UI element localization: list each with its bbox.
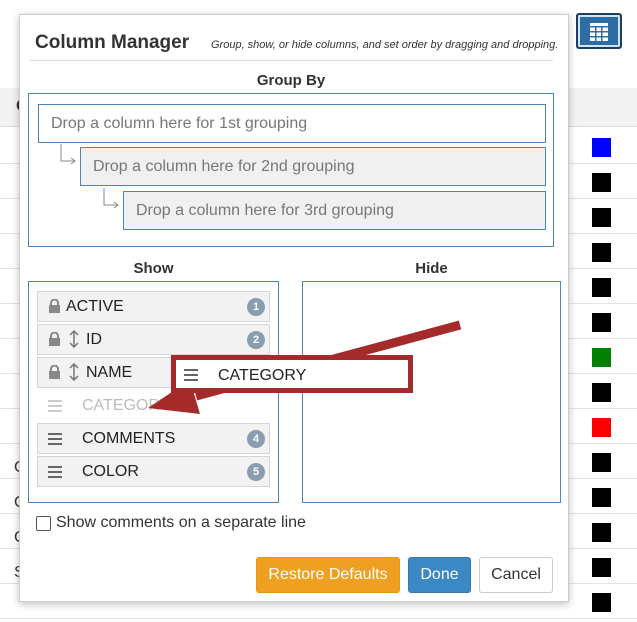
color-swatch bbox=[592, 593, 611, 612]
done-button[interactable]: Done bbox=[408, 557, 471, 593]
order-badge: 5 bbox=[247, 463, 265, 481]
nested-arrow-icon bbox=[103, 188, 119, 209]
separate-comments-label: Show comments on a separate line bbox=[56, 514, 306, 531]
order-badge: 2 bbox=[247, 331, 265, 349]
order-badge: 1 bbox=[247, 298, 265, 316]
group-drop-zone-2[interactable]: Drop a column here for 2nd grouping bbox=[80, 147, 546, 186]
color-swatch bbox=[592, 383, 611, 402]
color-swatch bbox=[592, 418, 611, 437]
column-item-category-placeholder[interactable]: CATEGORY bbox=[37, 390, 270, 421]
table-row bbox=[0, 618, 637, 619]
drag-handle-icon bbox=[48, 400, 62, 412]
dialog-title: Column Manager bbox=[35, 32, 190, 53]
column-manager-button[interactable] bbox=[576, 13, 622, 49]
cancel-button[interactable]: Cancel bbox=[479, 557, 553, 593]
dragging-column-category[interactable]: CATEGORY bbox=[171, 355, 413, 393]
color-swatch bbox=[592, 138, 611, 157]
color-swatch bbox=[592, 243, 611, 262]
column-label: ID bbox=[86, 331, 102, 348]
divider bbox=[30, 60, 553, 61]
column-label: NAME bbox=[86, 364, 133, 381]
drag-handle-icon bbox=[48, 433, 62, 445]
group-by-panel: Drop a column here for 1st grouping Drop… bbox=[28, 93, 554, 247]
column-item-active[interactable]: ACTIVE 1 bbox=[37, 291, 270, 322]
color-swatch bbox=[592, 208, 611, 227]
grid-icon bbox=[590, 23, 608, 41]
column-label: ACTIVE bbox=[66, 298, 124, 315]
column-item-comments[interactable]: COMMENTS 4 bbox=[37, 423, 270, 454]
dialog-subtitle: Group, show, or hide columns, and set or… bbox=[211, 39, 559, 51]
color-swatch bbox=[592, 173, 611, 192]
lock-icon bbox=[49, 332, 60, 346]
lock-icon bbox=[49, 365, 60, 379]
sort-arrows-icon bbox=[69, 330, 79, 348]
dragging-column-label: CATEGORY bbox=[218, 367, 307, 384]
color-swatch bbox=[592, 523, 611, 542]
color-swatch bbox=[592, 348, 611, 367]
group-drop-zone-3[interactable]: Drop a column here for 3rd grouping bbox=[123, 191, 546, 230]
hide-title: Hide bbox=[415, 260, 448, 277]
column-label: CATEGORY bbox=[82, 397, 171, 414]
sort-arrows-icon bbox=[69, 363, 79, 381]
group-by-title: Group By bbox=[256, 72, 326, 89]
separate-comments-checkbox[interactable] bbox=[36, 516, 51, 531]
drag-handle-icon bbox=[184, 369, 198, 381]
show-title: Show bbox=[133, 260, 174, 277]
drag-handle-icon bbox=[48, 466, 62, 478]
column-item-color[interactable]: COLOR 5 bbox=[37, 456, 270, 487]
column-label: COLOR bbox=[82, 463, 139, 480]
restore-defaults-button[interactable]: Restore Defaults bbox=[256, 557, 400, 593]
column-label: COMMENTS bbox=[82, 430, 176, 447]
color-swatch bbox=[592, 488, 611, 507]
group-drop-zone-1[interactable]: Drop a column here for 1st grouping bbox=[38, 104, 546, 143]
column-item-id[interactable]: ID 2 bbox=[37, 324, 270, 355]
color-swatch bbox=[592, 453, 611, 472]
column-manager-dialog: Column Manager Group, show, or hide colu… bbox=[19, 14, 569, 602]
nested-arrow-icon bbox=[60, 144, 76, 165]
color-swatch bbox=[592, 558, 611, 577]
color-swatch bbox=[592, 313, 611, 332]
color-swatch bbox=[592, 278, 611, 297]
order-badge: 4 bbox=[247, 430, 265, 448]
lock-icon bbox=[49, 299, 60, 313]
